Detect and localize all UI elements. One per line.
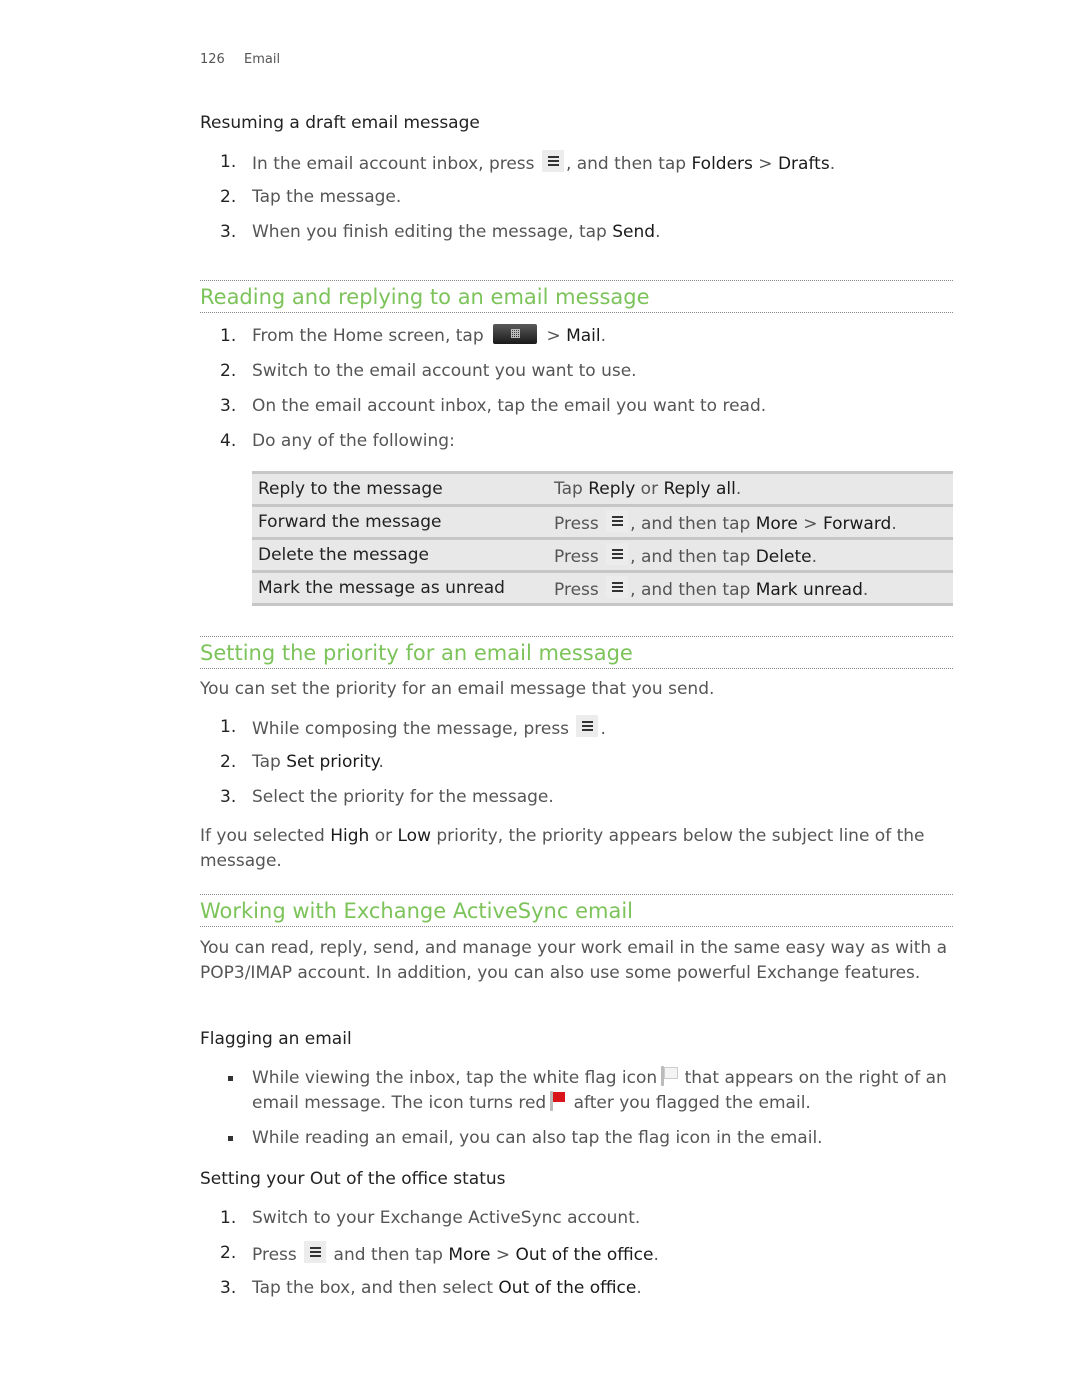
step: 1. From the Home screen, tap > Mail. [200, 324, 953, 359]
section-title-reading: Reading and replying to an email message [200, 280, 953, 313]
instruction-cell: Tap Reply or Reply all. [548, 471, 953, 506]
step: 3. Tap the box, and then select Out of t… [200, 1276, 953, 1311]
bullet-text: While reading an email, you can also tap… [252, 1128, 823, 1148]
red-flag-icon [549, 1090, 566, 1111]
menu-key-icon [304, 1241, 327, 1263]
step: 1. In the email account inbox, press , a… [200, 150, 953, 185]
step-number: 2. [220, 361, 237, 381]
step-number: 1. [220, 717, 237, 737]
instruction-cell: Press , and then tap Mark unread. [548, 570, 953, 606]
out-of-office-steps: 1. Switch to your Exchange ActiveSync ac… [200, 1206, 953, 1311]
bullet-icon [228, 1136, 233, 1141]
priority-note: If you selected High or Low priority, th… [200, 826, 925, 871]
step-text: Tap the box, and then select Out of the … [252, 1278, 642, 1298]
resume-draft-steps: 1. In the email account inbox, press , a… [200, 150, 953, 255]
table-row: Forward the message Press , and then tap… [252, 504, 953, 539]
step: 3. Select the priority for the message. [200, 785, 953, 820]
subheading-resume-draft: Resuming a draft email message [200, 113, 480, 133]
bullet-item: While viewing the inbox, tap the white f… [200, 1066, 953, 1115]
step-number: 3. [220, 1278, 237, 1298]
action-cell: Delete the message [252, 537, 548, 572]
step-number: 2. [220, 752, 237, 772]
priority-steps: 1. While composing the message, press . … [200, 715, 953, 820]
reading-steps: 1. From the Home screen, tap > Mail. 2. … [200, 324, 953, 464]
menu-key-icon [541, 150, 564, 172]
step-number: 2. [220, 1243, 237, 1263]
step-text: Select the priority for the message. [252, 787, 554, 807]
step-text: From the Home screen, tap > Mail. [252, 324, 607, 346]
menu-key-icon [606, 510, 629, 532]
step: 1. While composing the message, press . [200, 715, 953, 750]
table-row: Reply to the message Tap Reply or Reply … [252, 471, 953, 506]
white-flag-icon [660, 1066, 679, 1086]
table-row: Delete the message Press , and then tap … [252, 537, 953, 572]
step-text: Do any of the following: [252, 431, 455, 451]
instruction-cell: Press , and then tap More > Forward. [548, 504, 953, 539]
step-number: 3. [220, 787, 237, 807]
priority-intro: You can set the priority for an email me… [200, 679, 715, 699]
step-text: While composing the message, press . [252, 715, 606, 741]
subheading-out-of-office: Setting your Out of the office status [200, 1169, 506, 1189]
step: 3. When you finish editing the message, … [200, 220, 953, 255]
step: 2. Press and then tap More > Out of the … [200, 1241, 953, 1276]
subheading-flagging: Flagging an email [200, 1029, 352, 1049]
page-header: 126 Email [200, 52, 280, 67]
all-apps-icon [493, 324, 538, 344]
action-cell: Mark the message as unread [252, 570, 548, 606]
page-number: 126 [200, 52, 225, 67]
step: 2. Switch to the email account you want … [200, 359, 953, 394]
step-text: Switch to the email account you want to … [252, 361, 637, 381]
step: 4. Do any of the following: [200, 429, 953, 464]
table-row: Mark the message as unread Press , and t… [252, 570, 953, 606]
section-title-exchange: Working with Exchange ActiveSync email [200, 894, 953, 927]
menu-key-icon [606, 576, 629, 598]
action-cell: Forward the message [252, 504, 548, 539]
bullet-icon [228, 1076, 233, 1081]
step-number: 3. [220, 396, 237, 416]
step-number: 1. [220, 1208, 237, 1228]
action-cell: Reply to the message [252, 471, 548, 506]
section-title-priority: Setting the priority for an email messag… [200, 636, 953, 669]
step: 2. Tap Set priority. [200, 750, 953, 785]
step-text: On the email account inbox, tap the emai… [252, 396, 767, 416]
step-text: When you finish editing the message, tap… [252, 222, 661, 242]
actions-table: Reply to the message Tap Reply or Reply … [252, 471, 953, 606]
step-text: Switch to your Exchange ActiveSync accou… [252, 1208, 641, 1228]
step-number: 4. [220, 431, 237, 451]
menu-key-icon [576, 715, 599, 737]
chapter-name: Email [244, 52, 281, 67]
step-text: Tap the message. [252, 187, 402, 207]
step-number: 3. [220, 222, 237, 242]
bullet-item: While reading an email, you can also tap… [200, 1126, 953, 1151]
step-number: 1. [220, 326, 237, 346]
step: 1. Switch to your Exchange ActiveSync ac… [200, 1206, 953, 1241]
step-number: 1. [220, 152, 237, 172]
step: 2. Tap the message. [200, 185, 953, 220]
bullet-text: While viewing the inbox, tap the white f… [252, 1066, 947, 1113]
menu-key-icon [606, 543, 629, 565]
exchange-intro: You can read, reply, send, and manage yo… [200, 938, 948, 983]
step-text: In the email account inbox, press , and … [252, 150, 835, 176]
step-text: Press and then tap More > Out of the off… [252, 1241, 659, 1267]
step-text: Tap Set priority. [252, 752, 384, 772]
instruction-cell: Press , and then tap Delete. [548, 537, 953, 572]
step: 3. On the email account inbox, tap the e… [200, 394, 953, 429]
step-number: 2. [220, 187, 237, 207]
flagging-bullets: While viewing the inbox, tap the white f… [200, 1066, 953, 1151]
